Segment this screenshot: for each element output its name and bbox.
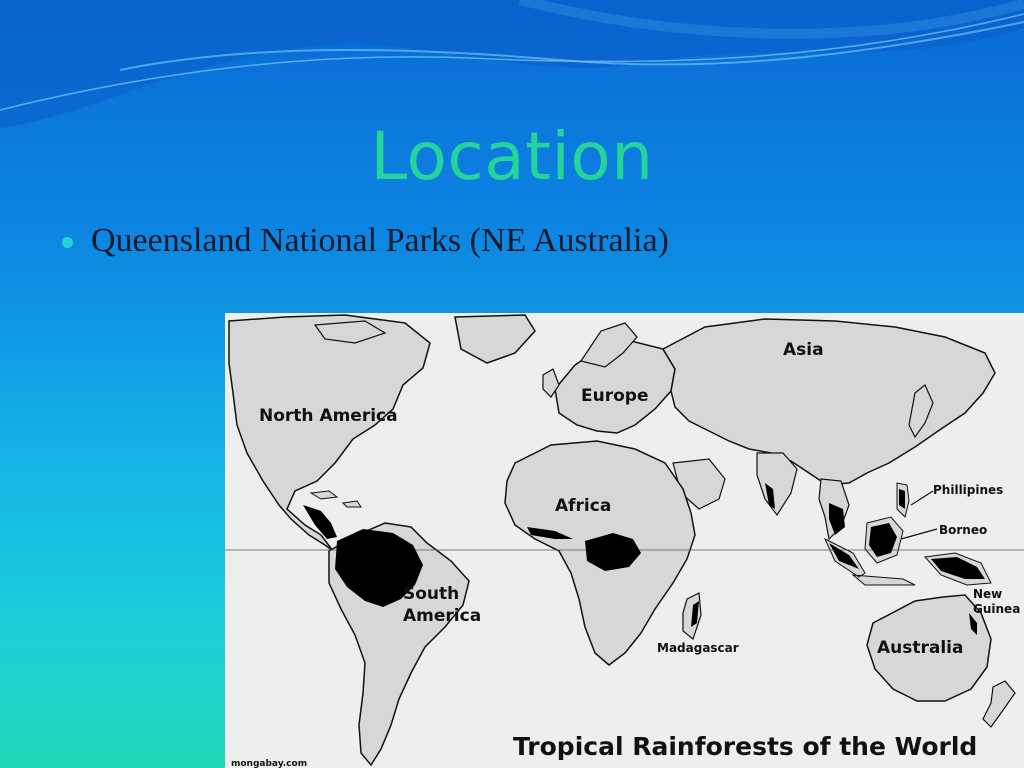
north-america-shape bbox=[228, 314, 431, 552]
map-source-credit: mongabay.com bbox=[231, 759, 308, 768]
label-asia: Asia bbox=[783, 340, 824, 360]
greenland-shape bbox=[454, 314, 536, 364]
header-wave bbox=[0, 0, 1024, 128]
map-graphic bbox=[225, 314, 1024, 767]
map-title: Tropical Rainforests of the World bbox=[513, 732, 978, 761]
slide-title: Location bbox=[370, 118, 654, 195]
label-africa: Africa bbox=[555, 496, 612, 516]
label-south-america: South America bbox=[403, 584, 482, 626]
bullet-text: Queensland National Parks (NE Australia) bbox=[91, 222, 669, 259]
borneo-pointer bbox=[900, 528, 938, 540]
label-borneo: Borneo bbox=[939, 523, 988, 537]
new-zealand-shape bbox=[982, 680, 1016, 728]
asia-shape bbox=[661, 318, 996, 486]
bullet-dot-icon bbox=[62, 236, 73, 248]
label-north-america: North America bbox=[259, 406, 398, 426]
label-europe: Europe bbox=[581, 386, 649, 406]
india-shape bbox=[756, 452, 798, 517]
label-new-guinea: New Guinea bbox=[973, 587, 1021, 616]
new-guinea-rainforest bbox=[931, 557, 985, 579]
caribbean-shape bbox=[309, 490, 362, 508]
world-rainforest-map: North America Europe Asia Africa South A… bbox=[225, 313, 1024, 768]
phillipines-pointer bbox=[910, 490, 934, 506]
label-australia: Australia bbox=[877, 638, 964, 658]
label-madagascar: Madagascar bbox=[657, 641, 739, 655]
label-phillipines: Phillipines bbox=[933, 483, 1004, 497]
slide: Location Queensland National Parks (NE A… bbox=[0, 0, 1024, 768]
bullet-item: Queensland National Parks (NE Australia) bbox=[62, 222, 669, 260]
